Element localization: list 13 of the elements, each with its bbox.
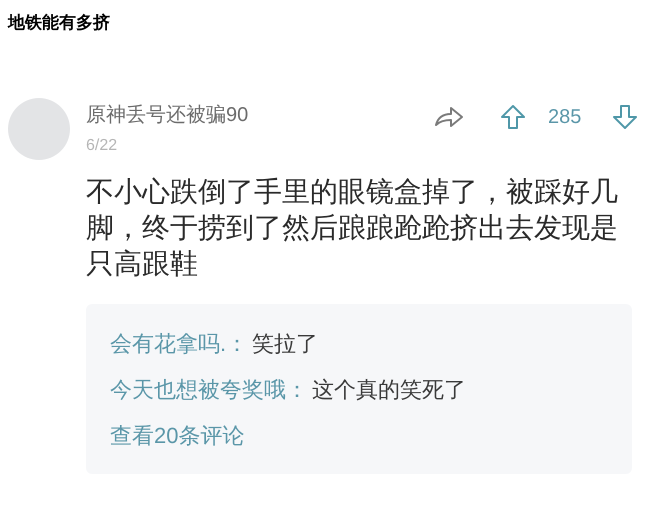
username[interactable]: 原神丢号还被骗90 — [86, 102, 306, 128]
reply-author[interactable]: 会有花拿吗.： — [110, 330, 248, 358]
page-title: 地铁能有多挤 — [8, 13, 110, 32]
view-replies-link[interactable]: 查看20条评论 — [110, 422, 244, 450]
share-icon[interactable] — [434, 105, 464, 129]
reply-author[interactable]: 今天也想被夸奖哦： — [110, 376, 308, 404]
comment-date: 6/22 — [86, 136, 118, 156]
upvote-icon[interactable] — [500, 104, 526, 130]
reply-text: 这个真的笑死了 — [312, 376, 466, 404]
reply-text: 笑拉了 — [252, 330, 318, 358]
vote-count: 285 — [548, 105, 582, 130]
comment-text: 不小心跌倒了手里的眼镜盒掉了，被踩好几脚，终于捞到了然后踉踉跄跄挤出去发现是只高跟鞋 — [86, 175, 619, 281]
downvote-icon[interactable] — [612, 104, 638, 130]
